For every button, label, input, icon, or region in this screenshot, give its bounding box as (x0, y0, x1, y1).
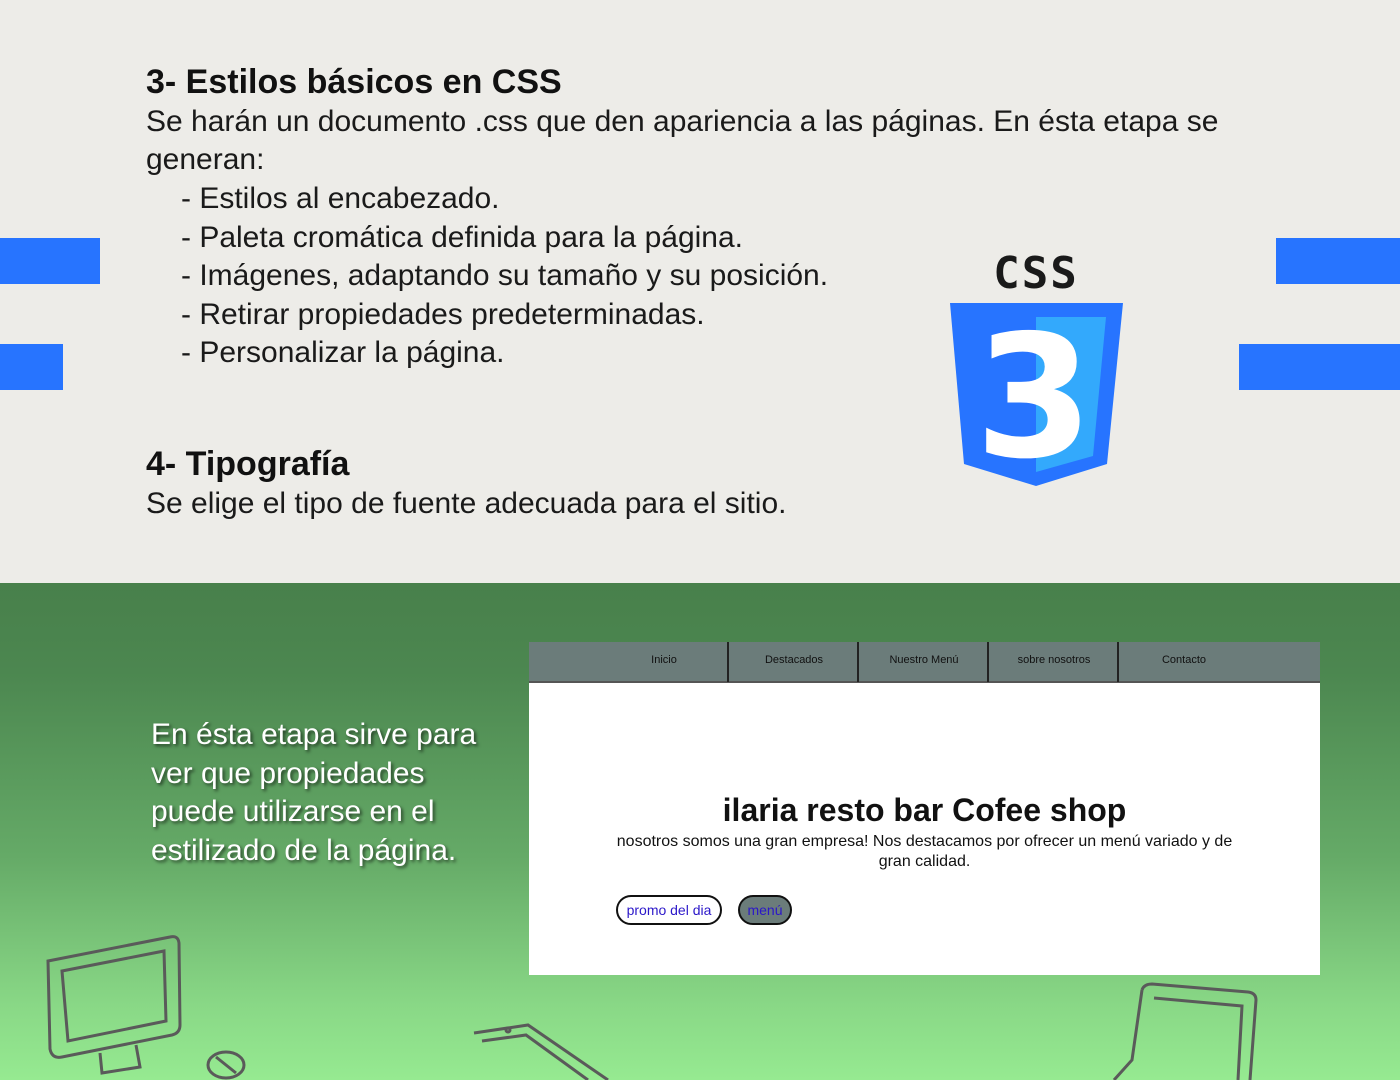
mockup-navbar: Inicio Destacados Nuestro Menú sobre nos… (529, 642, 1320, 683)
decor-bar-right-bottom (1239, 344, 1400, 390)
section4-title: 4- Tipografía (146, 445, 350, 483)
decor-bar-left-top (0, 238, 100, 284)
promo-button[interactable]: promo del dia (616, 895, 722, 925)
tablet-icon (473, 1023, 609, 1080)
section3-intro-line1: Se harán un documento .css que den apari… (146, 105, 1219, 138)
nav-item-destacados[interactable]: Destacados (729, 642, 859, 681)
css3-logo-icon: CSS 3 (950, 250, 1123, 490)
laptop-icon (1112, 982, 1258, 1080)
section3-title: 3- Estilos básicos en CSS (146, 63, 562, 101)
website-mockup: Inicio Destacados Nuestro Menú sobre nos… (529, 642, 1320, 975)
green-caption-line: ver que propiedades (151, 756, 425, 790)
section4-text: Se elige el tipo de fuente adecuada para… (146, 487, 787, 520)
list-item: - Retirar propiedades predeterminadas. (181, 297, 705, 331)
nav-item-menu[interactable]: Nuestro Menú (859, 642, 989, 681)
mockup-title: ilaria resto bar Cofee shop (722, 792, 1127, 828)
logo-numeral: 3 (975, 299, 1093, 490)
green-caption-line: puede utilizarse en el (151, 795, 435, 828)
decor-bar-right-top (1276, 238, 1400, 284)
nav-item-inicio[interactable]: Inicio (599, 642, 729, 681)
green-caption-line: En ésta etapa sirve para (151, 718, 477, 751)
decor-bar-left-bottom (0, 344, 63, 390)
css-section: 3- Estilos básicos en CSS Se harán un do… (0, 0, 1400, 583)
list-item: - Imágenes, adaptando su tamaño y su pos… (181, 259, 829, 292)
green-caption: En ésta etapa sirve para ver que propied… (151, 716, 511, 870)
nav-item-sobre-nosotros[interactable]: sobre nosotros (989, 642, 1119, 681)
nav-item-contacto[interactable]: Contacto (1119, 642, 1249, 681)
section3-intro-line2: generan: (146, 143, 265, 176)
menu-button[interactable]: menú (738, 895, 792, 925)
section3-list: - Estilos al encabezado. - Paleta cromát… (181, 180, 828, 373)
list-item: - Paleta cromática definida para la pági… (181, 220, 744, 254)
mockup-description: nosotros somos una gran empresa! Nos des… (616, 833, 1233, 870)
list-item: - Personalizar la página. (181, 336, 505, 369)
monitor-mouse-icon (46, 935, 246, 1080)
logo-label: CSS (993, 250, 1078, 299)
list-item: - Estilos al encabezado. (181, 182, 500, 215)
green-caption-line: estilizado de la página. (151, 833, 457, 867)
